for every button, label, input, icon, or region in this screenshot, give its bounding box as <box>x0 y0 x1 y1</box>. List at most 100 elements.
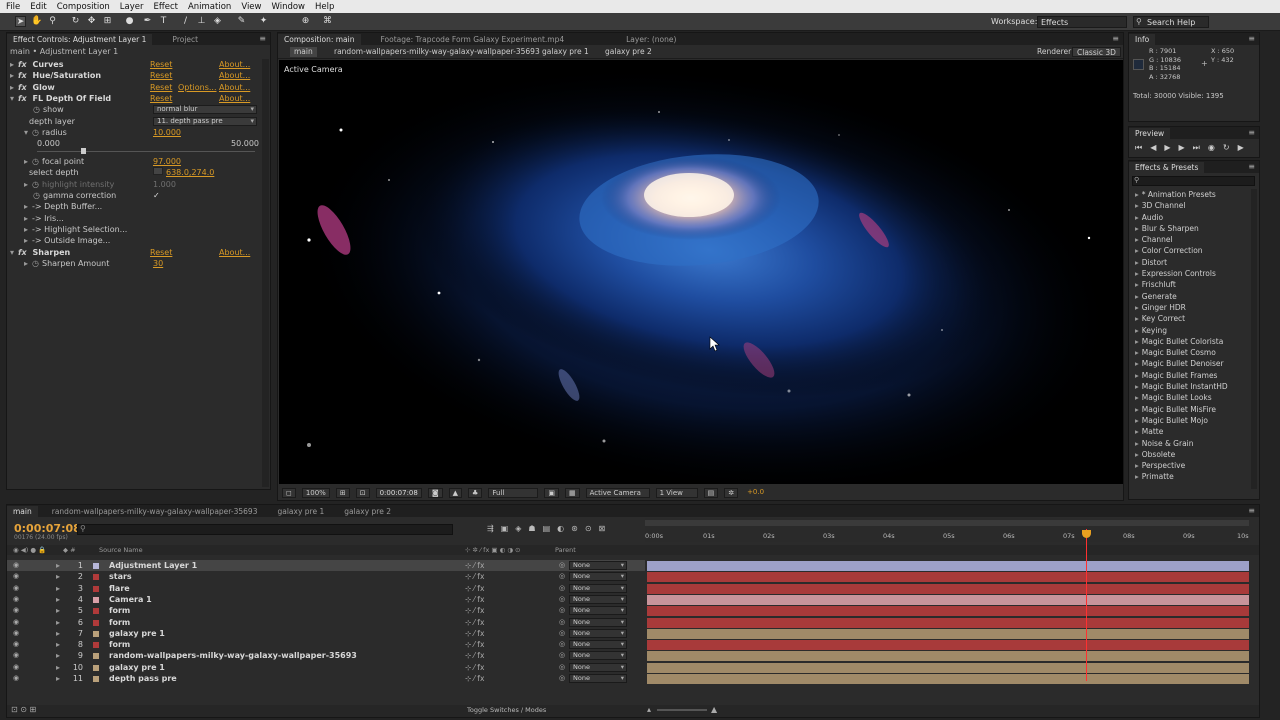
rotate-tool-icon[interactable]: ↻ <box>70 16 81 27</box>
renderer-select[interactable]: Classic 3D <box>1072 47 1121 57</box>
preset-category[interactable]: Matte <box>1131 426 1251 437</box>
parent-select[interactable]: None <box>569 572 627 582</box>
draft-3d-icon[interactable]: ◈ <box>515 524 521 533</box>
clone-tool-icon[interactable]: ⊥ <box>196 16 207 27</box>
menu-window[interactable]: Window <box>271 2 305 12</box>
tab-effect-controls[interactable]: Effect Controls: Adjustment Layer 1 <box>7 34 153 45</box>
preset-category[interactable]: Distort <box>1131 257 1251 268</box>
pickwhip-icon[interactable]: ◎ <box>559 594 565 605</box>
layer-switches-icon[interactable]: ⊹ ⁄ fx <box>465 583 484 594</box>
label-color-swatch[interactable] <box>93 596 99 603</box>
preset-category[interactable]: Magic Bullet Colorista <box>1131 336 1251 347</box>
crumb-main[interactable]: main <box>290 47 317 57</box>
tab-layer[interactable]: Layer: (none) <box>620 34 682 45</box>
label-color-swatch[interactable] <box>93 676 99 682</box>
layer-duration-bar[interactable] <box>647 640 1249 651</box>
layer-row[interactable]: ◉ ▸ 7 galaxy pre 1 ⊹ ⁄ fx ◎ None <box>7 628 645 639</box>
layer-switches-icon[interactable]: ⊹ ⁄ fx <box>465 560 484 571</box>
panel-menu-icon[interactable]: ≡ <box>1248 162 1255 171</box>
snapshot-icon[interactable]: ◙ <box>427 488 443 498</box>
work-area-bar[interactable] <box>645 520 1249 526</box>
source-name-header[interactable]: Source Name <box>99 545 143 555</box>
pickwhip-icon[interactable]: ◎ <box>559 673 565 684</box>
parent-select[interactable]: None <box>569 651 627 661</box>
label-color-swatch[interactable] <box>93 630 99 637</box>
always-preview-icon[interactable]: ◻ <box>282 488 296 498</box>
preset-category[interactable]: Key Correct <box>1131 313 1251 324</box>
tab-timeline-main[interactable]: main <box>7 506 38 517</box>
camera-tool-icon[interactable]: ✥ <box>86 16 97 27</box>
eye-icon[interactable]: ◉ <box>13 617 19 628</box>
eye-icon[interactable]: ◉ <box>13 583 19 594</box>
menu-edit[interactable]: Edit <box>30 2 46 12</box>
label-color-swatch[interactable] <box>93 585 99 592</box>
crosshair-icon[interactable] <box>153 167 163 175</box>
reset-link[interactable]: Reset <box>150 247 172 258</box>
magnification-select[interactable]: 100% <box>301 488 330 498</box>
loop-icon[interactable]: ↻ <box>1223 143 1230 153</box>
collapse-arrow-icon[interactable]: ▾ <box>24 127 32 138</box>
tab-timeline-galaxy-pre-2[interactable]: galaxy pre 2 <box>338 506 397 517</box>
menu-animation[interactable]: Animation <box>188 2 231 12</box>
fx-icon[interactable]: fx <box>18 93 30 104</box>
expand-arrow-icon[interactable]: ▸ <box>56 594 60 605</box>
world-axis-icon[interactable]: ⌘ <box>322 16 333 27</box>
parent-select[interactable]: None <box>569 594 627 604</box>
selection-tool-icon[interactable]: ➤ <box>15 16 26 27</box>
zoom-out-icon[interactable]: ▴ <box>647 705 651 714</box>
safe-zones-icon[interactable]: ⊞ <box>335 488 350 498</box>
preset-category[interactable]: Channel <box>1131 234 1251 245</box>
pickwhip-icon[interactable]: ◎ <box>559 560 565 571</box>
radius-slider-handle[interactable] <box>81 148 86 154</box>
pickwhip-icon[interactable]: ◎ <box>559 650 565 661</box>
hand-tool-icon[interactable]: ✋ <box>31 16 42 27</box>
preset-category[interactable]: Magic Bullet Cosmo <box>1131 347 1251 358</box>
current-time-indicator[interactable] <box>1086 529 1087 681</box>
3d-view-select[interactable]: Active Camera <box>585 488 650 498</box>
preset-category[interactable]: Magic Bullet Denoiser <box>1131 358 1251 369</box>
transparency-grid-icon[interactable]: ▦ <box>564 488 580 498</box>
layer-name[interactable]: galaxy pre 1 <box>109 628 165 639</box>
footer-toggle-icons[interactable]: ⊡ ⊙ ⊞ <box>11 705 36 714</box>
layer-switches-icon[interactable]: ⊹ ⁄ fx <box>465 628 484 639</box>
pen-tool-icon[interactable]: ✒ <box>142 16 153 27</box>
zoom-in-icon[interactable]: ▲ <box>711 705 717 714</box>
expand-arrow-icon[interactable]: ▸ <box>56 560 60 571</box>
menu-composition[interactable]: Composition <box>57 2 110 12</box>
mask-tool-icon[interactable]: ● <box>124 16 135 27</box>
eye-icon[interactable]: ◉ <box>13 650 19 661</box>
expand-arrow-icon[interactable]: ▸ <box>56 639 60 650</box>
layer-duration-bar[interactable] <box>647 561 1249 571</box>
parent-select[interactable]: None <box>569 617 627 627</box>
brainstorm-icon[interactable]: ⊛ <box>571 524 578 533</box>
preset-category[interactable]: Obsolete <box>1131 449 1251 460</box>
crumb-galaxy-pre-1[interactable]: galaxy pre 1 <box>542 47 589 57</box>
play-icon[interactable]: ▶ <box>1164 143 1170 153</box>
expand-arrow-icon[interactable]: ▸ <box>24 258 32 269</box>
menu-file[interactable]: File <box>6 2 20 12</box>
subgroup-highlight-selection[interactable]: ▸ -> Highlight Selection... <box>24 224 127 235</box>
layer-duration-bar[interactable] <box>647 674 1249 684</box>
eye-icon[interactable]: ◉ <box>13 673 19 684</box>
preset-category[interactable]: 3D Channel <box>1131 200 1251 211</box>
label-color-swatch[interactable] <box>93 619 99 626</box>
about-link[interactable]: About... <box>219 82 250 93</box>
eye-icon[interactable]: ◉ <box>13 605 19 616</box>
expand-arrow-icon[interactable]: ▸ <box>24 235 32 246</box>
layer-name[interactable]: galaxy pre 1 <box>109 662 165 673</box>
toggle-pixel-icon[interactable]: ▤ <box>703 488 719 498</box>
collapse-arrow-icon[interactable]: ▾ <box>10 93 18 104</box>
layer-name[interactable]: form <box>109 617 130 628</box>
pickwhip-icon[interactable]: ◎ <box>559 617 565 628</box>
radius-slider-track[interactable] <box>37 151 255 152</box>
layer-name[interactable]: form <box>109 639 130 650</box>
pan-behind-tool-icon[interactable]: ⊞ <box>102 16 113 27</box>
first-frame-icon[interactable]: ⏮ <box>1135 143 1142 153</box>
expand-arrow-icon[interactable]: ▸ <box>24 224 32 235</box>
tab-preview[interactable]: Preview <box>1129 128 1171 139</box>
gamma-correction-checkbox[interactable]: ✓ <box>153 190 160 201</box>
layer-row[interactable]: ◉ ▸ 4 Camera 1 ⊹ ⁄ fx ◎ None <box>7 594 645 605</box>
layer-name[interactable]: Adjustment Layer 1 <box>109 560 197 571</box>
region-of-interest-icon[interactable]: ▣ <box>544 488 559 498</box>
zoom-slider[interactable] <box>657 709 707 711</box>
